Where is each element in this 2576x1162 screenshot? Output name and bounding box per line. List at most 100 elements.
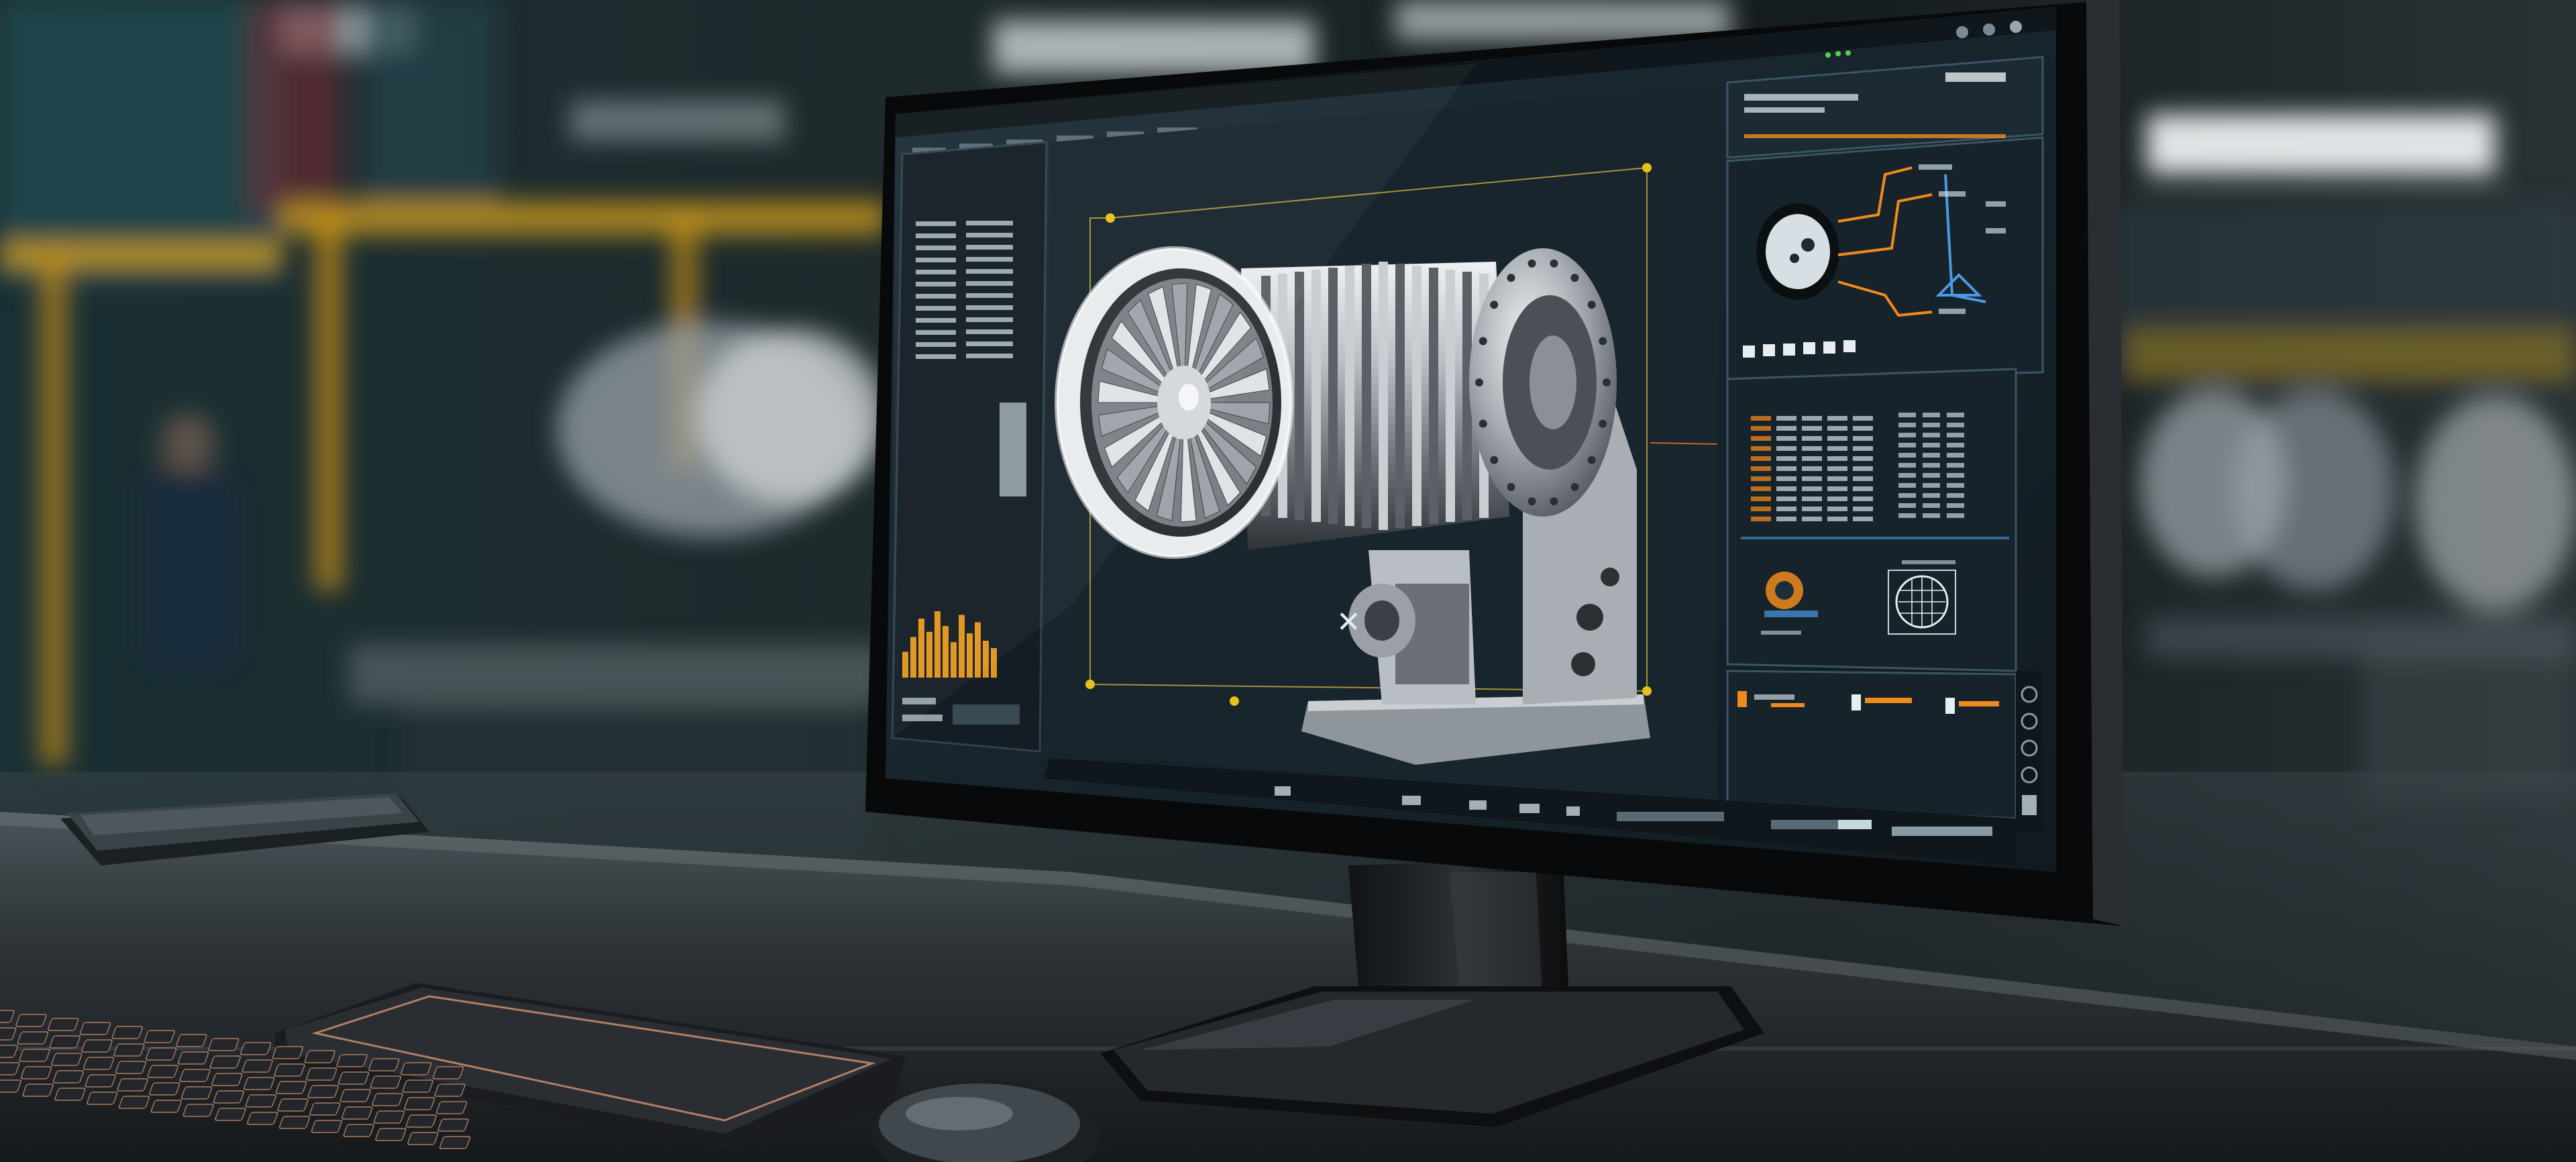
table-cell bbox=[1827, 496, 1847, 501]
keyboard-key bbox=[79, 1022, 111, 1035]
table-cell bbox=[1802, 476, 1822, 481]
table-cell bbox=[1947, 513, 1964, 518]
table-cell bbox=[1923, 453, 1940, 458]
table-cell bbox=[1776, 496, 1796, 501]
table-cell bbox=[1827, 446, 1847, 451]
table-cell bbox=[1898, 443, 1916, 447]
table-cell bbox=[1853, 416, 1873, 421]
view-button[interactable] bbox=[1803, 342, 1815, 354]
turbine-fin bbox=[1446, 270, 1455, 522]
table-cell bbox=[1947, 443, 1964, 447]
table-cell bbox=[1853, 466, 1873, 471]
bolt bbox=[1490, 301, 1499, 309]
view-button[interactable] bbox=[1823, 341, 1835, 354]
right-panel bbox=[1726, 56, 2044, 820]
turbine-fin bbox=[1362, 264, 1371, 528]
keyboard-key bbox=[402, 1079, 433, 1093]
keyboard-key bbox=[176, 1034, 207, 1047]
table-cell bbox=[1853, 446, 1873, 451]
keyboard-key bbox=[182, 1104, 214, 1117]
view-button[interactable] bbox=[1843, 340, 1856, 352]
table-cell bbox=[1776, 446, 1796, 451]
table-cell bbox=[1802, 496, 1822, 501]
keyboard-key bbox=[146, 1047, 177, 1061]
rotate-icon[interactable] bbox=[1275, 786, 1291, 796]
table-cell bbox=[1802, 507, 1822, 511]
keyboard-key bbox=[147, 1065, 178, 1078]
keyboard-key bbox=[241, 1059, 273, 1073]
keyboard-key bbox=[277, 1098, 309, 1112]
table-cell bbox=[1923, 473, 1940, 478]
close-icon[interactable] bbox=[2010, 21, 2022, 33]
keyboard-key bbox=[118, 1096, 150, 1109]
render-icon[interactable] bbox=[2022, 795, 2037, 815]
table-cell bbox=[1898, 413, 1916, 417]
table-cell bbox=[1776, 476, 1796, 481]
bolt bbox=[1527, 259, 1536, 268]
bolt bbox=[1475, 378, 1483, 386]
gizmo-handle[interactable] bbox=[1642, 686, 1652, 696]
keyboard-key bbox=[22, 1084, 54, 1097]
table-cell bbox=[1898, 493, 1916, 498]
bolt bbox=[1603, 378, 1611, 386]
view-icon[interactable] bbox=[1566, 806, 1580, 816]
table-cell bbox=[1751, 426, 1771, 431]
keyboard-key bbox=[343, 1124, 374, 1137]
keyboard-key bbox=[83, 1057, 115, 1070]
view-button[interactable] bbox=[1783, 344, 1795, 356]
status-panel bbox=[1726, 670, 2017, 820]
keyboard-key bbox=[373, 1110, 405, 1124]
keyboard-key bbox=[439, 1136, 471, 1149]
table-cell bbox=[1751, 446, 1771, 451]
keyboard-key bbox=[209, 1055, 241, 1069]
keyboard-key bbox=[434, 1084, 466, 1097]
bolt bbox=[1507, 274, 1515, 282]
table-cell bbox=[1802, 446, 1822, 451]
keyboard-key bbox=[304, 1050, 335, 1063]
maximize-icon[interactable] bbox=[1983, 23, 1995, 36]
keyboard-key bbox=[435, 1101, 468, 1114]
table-cell bbox=[1853, 436, 1873, 441]
table-cell bbox=[1947, 453, 1964, 458]
bolt bbox=[1587, 456, 1596, 464]
table-cell bbox=[1827, 507, 1847, 511]
table-cell bbox=[1898, 473, 1916, 478]
table-cell bbox=[1923, 513, 1940, 518]
bolt bbox=[1570, 274, 1579, 282]
table-cell bbox=[1947, 463, 1964, 468]
keyboard-key bbox=[339, 1089, 371, 1102]
gizmo-handle[interactable] bbox=[1085, 680, 1095, 689]
keyboard-key bbox=[177, 1051, 209, 1065]
keyboard-key bbox=[20, 1066, 52, 1079]
keyboard-key bbox=[272, 1046, 304, 1059]
keyboard-key bbox=[180, 1086, 213, 1100]
table-cell bbox=[1947, 473, 1964, 478]
bolt bbox=[1507, 482, 1515, 491]
gizmo-handle[interactable] bbox=[1642, 163, 1652, 172]
view-button[interactable] bbox=[1743, 346, 1755, 358]
minimize-icon[interactable] bbox=[1956, 26, 1968, 38]
gizmo-handle[interactable] bbox=[1230, 696, 1239, 706]
table-cell bbox=[1751, 476, 1771, 481]
keyboard-key bbox=[52, 1070, 85, 1084]
zoom-icon[interactable] bbox=[1469, 800, 1487, 810]
table-cell bbox=[1802, 517, 1822, 521]
table-cell bbox=[1827, 416, 1847, 421]
table-cell bbox=[1898, 513, 1916, 518]
keyboard-key bbox=[337, 1071, 370, 1085]
table-cell bbox=[1827, 517, 1847, 521]
view-button[interactable] bbox=[1763, 344, 1775, 356]
keyboard-key bbox=[278, 1116, 311, 1129]
table-cell bbox=[1776, 466, 1796, 471]
table-cell bbox=[1947, 413, 1964, 417]
table-cell bbox=[1853, 507, 1873, 511]
side-toolbar bbox=[2016, 671, 2043, 832]
grid-icon[interactable] bbox=[1519, 804, 1540, 813]
turbine-fin bbox=[1328, 268, 1338, 524]
table-cell bbox=[1898, 503, 1916, 508]
pan-icon[interactable] bbox=[1402, 796, 1421, 805]
table-cell bbox=[1853, 486, 1873, 491]
table-cell bbox=[1776, 507, 1796, 511]
turbine-fin bbox=[1311, 270, 1321, 522]
table-cell bbox=[1751, 507, 1771, 511]
